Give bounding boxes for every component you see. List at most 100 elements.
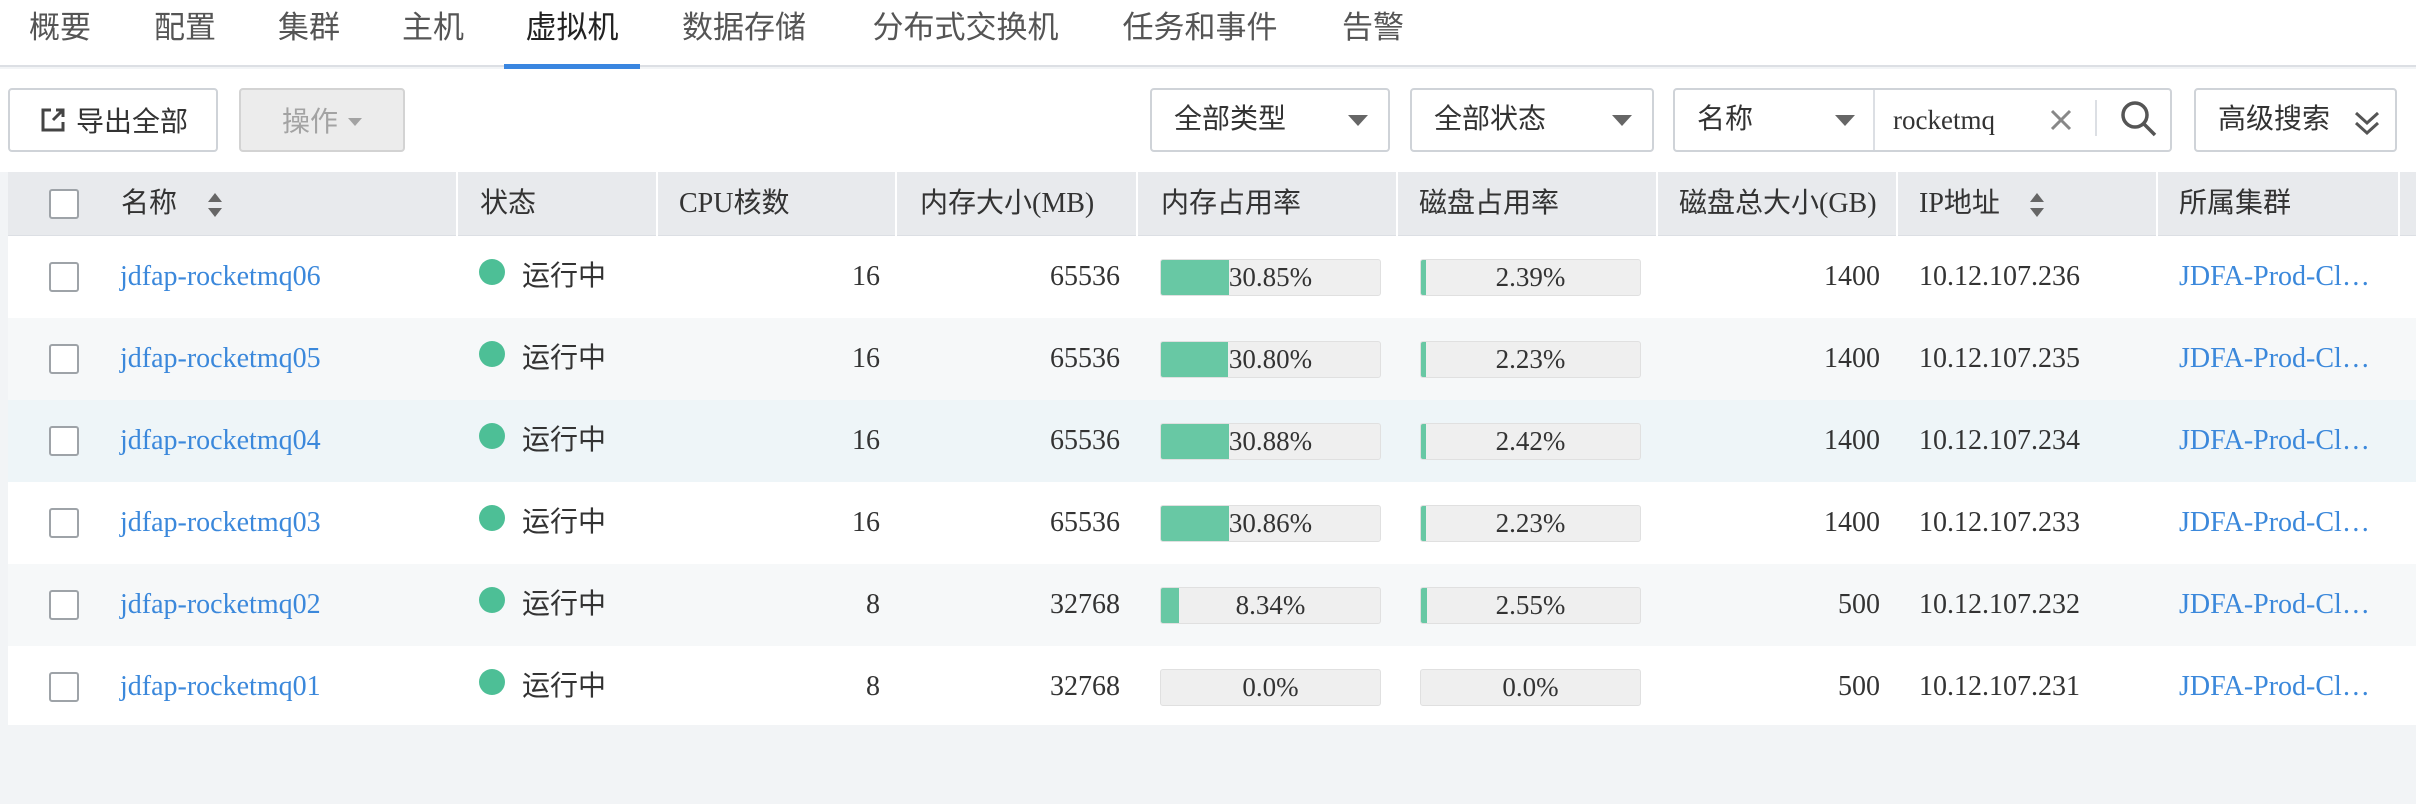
cluster-link[interactable]: JDFA-Prod-Cl… [2179, 400, 2370, 482]
running-status-icon [479, 259, 505, 285]
column-divider [2156, 172, 2158, 236]
vm-name-link[interactable]: jdfap-rocketmq03 [120, 482, 321, 564]
running-status-icon [479, 341, 505, 367]
tab-alarms[interactable]: 告警 [1341, 0, 1405, 67]
cluster-link[interactable]: JDFA-Prod-Cl… [2179, 646, 2370, 728]
cluster-link[interactable]: JDFA-Prod-Cl… [2179, 318, 2370, 400]
status-text: 运行中 [522, 343, 607, 374]
memory-usage-text: 30.85% [1228, 262, 1313, 292]
actions-button[interactable]: 操作 [239, 88, 405, 152]
row-checkbox[interactable] [49, 508, 79, 538]
memory-usage-bar: 30.86% [1160, 505, 1381, 542]
status-text: 运行中 [522, 671, 607, 702]
table-row[interactable]: jdfap-rocketmq01 运行中 8 32768 0.0% 0.0% 5… [8, 646, 2416, 728]
double-chevron-down-icon [2354, 111, 2380, 136]
cluster-link[interactable]: JDFA-Prod-Cl… [2179, 236, 2370, 318]
disk-usage-text: 2.55% [1495, 590, 1566, 620]
table-row[interactable]: jdfap-rocketmq03 运行中 16 65536 30.86% 2.2… [8, 482, 2416, 564]
vm-name-link[interactable]: jdfap-rocketmq01 [120, 646, 321, 728]
disk-usage-bar: 2.23% [1420, 505, 1641, 542]
column-divider [1136, 172, 1138, 236]
cluster-link[interactable]: JDFA-Prod-Cl… [2179, 564, 2370, 646]
column-header-ip[interactable]: IP地址 [1919, 172, 2000, 236]
cpu-cores: 16 [852, 425, 880, 456]
tab-vms[interactable]: 虚拟机 [504, 0, 640, 69]
table-row[interactable]: jdfap-rocketmq05 运行中 16 65536 30.80% 2.2… [8, 318, 2416, 400]
tab-overview[interactable]: 概要 [28, 0, 92, 67]
disk-usage-text: 2.23% [1495, 344, 1566, 374]
ip-address: 10.12.107.233 [1919, 507, 2080, 538]
status-filter-select[interactable]: 全部状态 [1410, 88, 1654, 152]
column-header-cluster: 所属集群 [2179, 188, 2292, 219]
advanced-search-button[interactable]: 高级搜索 [2194, 88, 2397, 152]
table-row[interactable]: jdfap-rocketmq06 运行中 16 65536 30.85% 2.3… [8, 236, 2416, 318]
type-filter-select[interactable]: 全部类型 [1150, 88, 1390, 152]
disk-total: 1400 [1824, 425, 1880, 456]
divider [2095, 100, 2097, 136]
disk-total: 1400 [1824, 343, 1880, 374]
column-header-disk-usage: 磁盘占用率 [1419, 188, 1560, 219]
vm-name-link[interactable]: jdfap-rocketmq04 [120, 400, 321, 482]
sort-icon[interactable] [2028, 190, 2046, 220]
memory-usage-text: 30.88% [1228, 426, 1313, 456]
running-status-icon [479, 669, 505, 695]
tab-distributed-switches[interactable]: 分布式交换机 [869, 0, 1062, 67]
memory-size: 65536 [1050, 425, 1120, 456]
column-divider [1656, 172, 1658, 236]
dropdown-arrow-icon [1348, 115, 1368, 126]
table-row[interactable]: jdfap-rocketmq02 运行中 8 32768 8.34% 2.55%… [8, 564, 2416, 646]
clear-icon[interactable] [2046, 88, 2076, 148]
vm-name-link[interactable]: jdfap-rocketmq06 [120, 236, 321, 318]
row-checkbox[interactable] [49, 590, 79, 620]
disk-total: 500 [1838, 589, 1880, 620]
memory-usage-text: 8.34% [1235, 590, 1306, 620]
ip-address: 10.12.107.236 [1919, 261, 2080, 292]
vm-name-link[interactable]: jdfap-rocketmq02 [120, 564, 321, 646]
cluster-link[interactable]: JDFA-Prod-Cl… [2179, 482, 2370, 564]
running-status-icon [479, 587, 505, 613]
search-field-select[interactable]: 名称 [1675, 90, 1875, 150]
row-checkbox[interactable] [49, 344, 79, 374]
column-header-cpu: CPU核数 [679, 188, 790, 219]
sort-icon[interactable] [206, 190, 224, 220]
vm-name-link[interactable]: jdfap-rocketmq05 [120, 318, 321, 400]
tab-datastores[interactable]: 数据存储 [679, 0, 809, 67]
memory-usage-text: 30.80% [1228, 344, 1313, 374]
tab-tasks-events[interactable]: 任务和事件 [1120, 0, 1280, 67]
tab-bar: 概要 配置 集群 主机 虚拟机 数据存储 分布式交换机 任务和事件 告警 [0, 0, 2416, 69]
row-checkbox[interactable] [49, 262, 79, 292]
disk-usage-text: 2.42% [1495, 426, 1566, 456]
disk-usage-bar: 2.23% [1420, 341, 1641, 378]
disk-total: 500 [1838, 671, 1880, 702]
search-icon[interactable] [2118, 98, 2158, 138]
export-icon [41, 108, 65, 132]
disk-usage-bar: 2.39% [1420, 259, 1641, 296]
tab-clusters[interactable]: 集群 [277, 0, 341, 67]
export-all-button[interactable]: 导出全部 [8, 88, 218, 152]
cpu-cores: 8 [866, 589, 880, 620]
ip-address: 10.12.107.232 [1919, 589, 2080, 620]
table-row[interactable]: jdfap-rocketmq04 运行中 16 65536 30.88% 2.4… [8, 400, 2416, 482]
search-input[interactable] [1893, 98, 2043, 142]
table-body: jdfap-rocketmq06 运行中 16 65536 30.85% 2.3… [8, 236, 2416, 728]
memory-size: 32768 [1050, 589, 1120, 620]
status-text: 运行中 [522, 425, 607, 456]
disk-total: 1400 [1824, 261, 1880, 292]
export-all-label: 导出全部 [75, 107, 188, 138]
column-header-name[interactable]: 名称 [121, 172, 177, 236]
disk-usage-bar: 2.55% [1420, 587, 1641, 624]
memory-size: 65536 [1050, 507, 1120, 538]
select-all-checkbox[interactable] [49, 189, 79, 219]
ip-address: 10.12.107.234 [1919, 425, 2080, 456]
column-divider [656, 172, 658, 236]
row-checkbox[interactable] [49, 672, 79, 702]
tab-config[interactable]: 配置 [153, 0, 217, 67]
column-header-status: 状态 [480, 188, 537, 219]
caret-down-icon [348, 117, 362, 126]
status-text: 运行中 [522, 507, 607, 538]
tab-hosts[interactable]: 主机 [401, 0, 465, 67]
column-divider [895, 172, 897, 236]
column-divider [2398, 172, 2400, 236]
row-checkbox[interactable] [49, 426, 79, 456]
memory-usage-bar: 30.80% [1160, 341, 1381, 378]
